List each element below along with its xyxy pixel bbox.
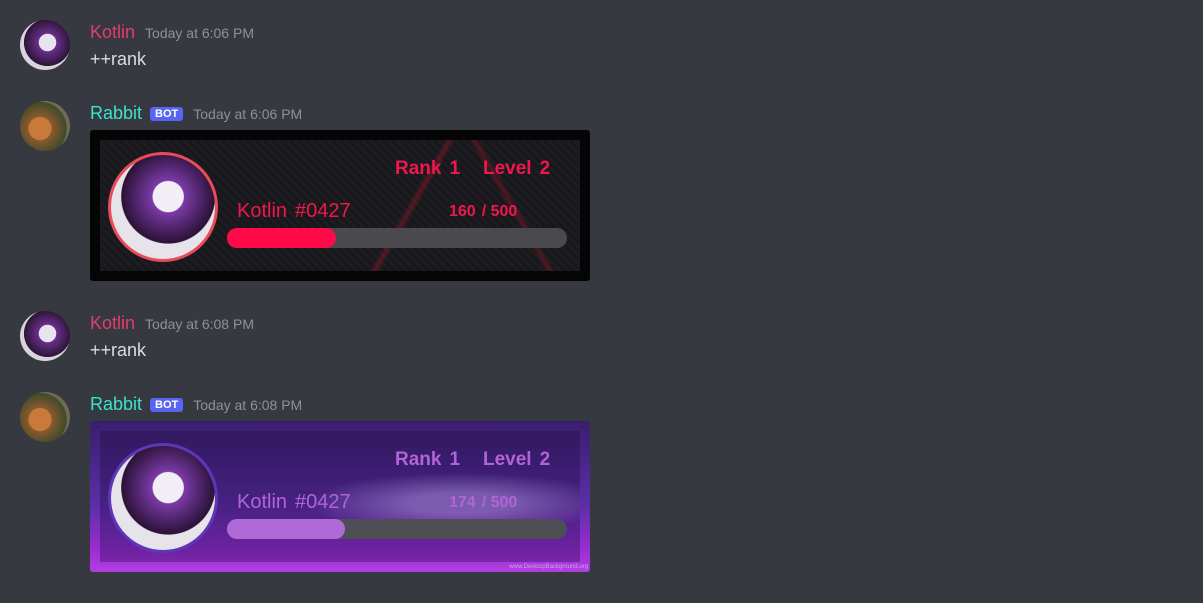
xp-progress-fill xyxy=(227,519,346,539)
avatar[interactable] xyxy=(20,392,70,442)
rank-card[interactable]: Rank 1 Level 2 Kotlin #0427 174/ 500 www.De… xyxy=(90,421,590,572)
xp-display: 174/ 500 xyxy=(449,494,518,511)
rank-display: Rank 1 xyxy=(395,158,461,179)
avatar[interactable] xyxy=(20,311,70,361)
message-text: ++rank xyxy=(90,340,147,360)
card-username: Kotlin #0427 xyxy=(237,200,351,222)
rank-display: Rank 1 xyxy=(395,449,461,470)
level-display: Level 2 xyxy=(483,158,551,179)
timestamp: Today at 6:06 PM xyxy=(193,106,303,122)
username[interactable]: Kotlin xyxy=(90,22,135,43)
message-text: ++rank xyxy=(90,49,147,69)
rank-card[interactable]: Rank 1 Level 2 Kotlin #0427 160/ 500 xyxy=(90,130,590,281)
level-display: Level 2 xyxy=(483,449,551,470)
watermark: www.DesktopBackground.org xyxy=(509,564,588,570)
xp-progress-fill xyxy=(227,228,336,248)
xp-progress-bar xyxy=(227,519,567,539)
avatar[interactable] xyxy=(20,20,70,70)
timestamp: Today at 6:06 PM xyxy=(145,25,254,41)
username[interactable]: Rabbit xyxy=(90,103,142,124)
card-username: Kotlin #0427 xyxy=(237,491,351,513)
timestamp: Today at 6:08 PM xyxy=(145,316,254,332)
username[interactable]: Rabbit xyxy=(90,394,142,415)
timestamp: Today at 6:08 PM xyxy=(193,397,303,413)
bot-tag: BOT xyxy=(150,107,184,121)
username[interactable]: Kotlin xyxy=(90,313,135,334)
profile-picture xyxy=(108,152,218,262)
bot-tag: BOT xyxy=(150,398,184,412)
avatar[interactable] xyxy=(20,101,70,151)
xp-display: 160/ 500 xyxy=(449,203,518,220)
xp-progress-bar xyxy=(227,228,567,248)
profile-picture xyxy=(108,443,218,553)
